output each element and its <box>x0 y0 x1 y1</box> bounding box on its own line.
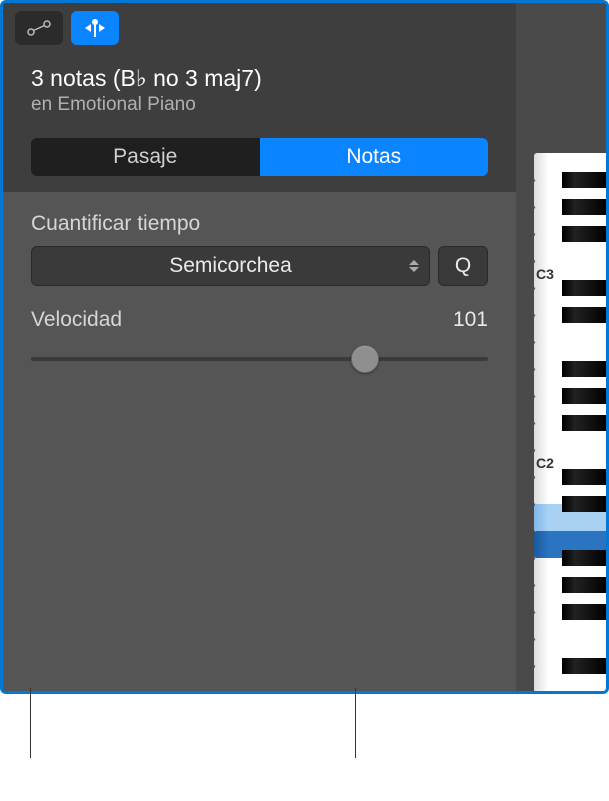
key-label-c2: C2 <box>536 455 554 471</box>
callout-line-velocity <box>355 688 356 758</box>
callout-line-quantize <box>30 688 31 758</box>
velocity-label: Velocidad <box>31 308 122 332</box>
parameters-body: Cuantificar tiempo Semicorchea Q Velocid… <box>3 192 516 691</box>
black-key[interactable] <box>562 172 606 188</box>
title-block: 3 notas (B♭ no 3 maj7) en Emotional Pian… <box>3 51 516 124</box>
quantize-row: Semicorchea Q <box>31 246 488 286</box>
black-key[interactable] <box>562 280 606 296</box>
black-key[interactable] <box>562 577 606 593</box>
black-key[interactable] <box>562 550 606 566</box>
controls-column: 3 notas (B♭ no 3 maj7) en Emotional Pian… <box>3 3 516 691</box>
piano-keyboard: C3 C2 <box>516 3 606 691</box>
quantize-dropdown[interactable]: Semicorchea <box>31 246 430 286</box>
black-key[interactable] <box>562 361 606 377</box>
toolbar <box>3 3 516 51</box>
chevron-updown-icon <box>409 260 419 272</box>
black-key[interactable] <box>562 388 606 404</box>
catch-playhead-button[interactable] <box>71 11 119 45</box>
velocity-row: Velocidad 101 <box>31 308 488 332</box>
black-key[interactable] <box>562 658 606 674</box>
black-key[interactable] <box>562 415 606 431</box>
black-key[interactable] <box>562 226 606 242</box>
piano-keys-container: C3 C2 <box>516 153 606 694</box>
black-key[interactable] <box>562 307 606 323</box>
key-label-c3: C3 <box>536 266 554 282</box>
velocity-slider[interactable] <box>31 344 488 374</box>
quantize-apply-button[interactable]: Q <box>438 246 488 286</box>
slider-thumb[interactable] <box>351 345 379 373</box>
catch-icon <box>81 17 109 39</box>
automation-icon <box>26 19 52 37</box>
region-subtitle: en Emotional Piano <box>31 94 488 116</box>
automation-tool-button[interactable] <box>15 11 63 45</box>
tab-notas[interactable]: Notas <box>260 138 489 176</box>
inspector-panel: 3 notas (B♭ no 3 maj7) en Emotional Pian… <box>0 0 609 694</box>
quantize-label: Cuantificar tiempo <box>31 212 488 236</box>
black-key[interactable] <box>562 469 606 485</box>
black-key[interactable] <box>562 496 606 512</box>
black-key[interactable] <box>562 199 606 215</box>
region-title: 3 notas (B♭ no 3 maj7) <box>31 65 488 92</box>
quantize-selected-value: Semicorchea <box>169 254 292 278</box>
black-key[interactable] <box>562 604 606 620</box>
tab-pasaje[interactable]: Pasaje <box>31 138 260 176</box>
slider-track-line <box>31 357 488 361</box>
segmented-control: Pasaje Notas <box>31 138 488 176</box>
velocity-value: 101 <box>453 308 488 332</box>
